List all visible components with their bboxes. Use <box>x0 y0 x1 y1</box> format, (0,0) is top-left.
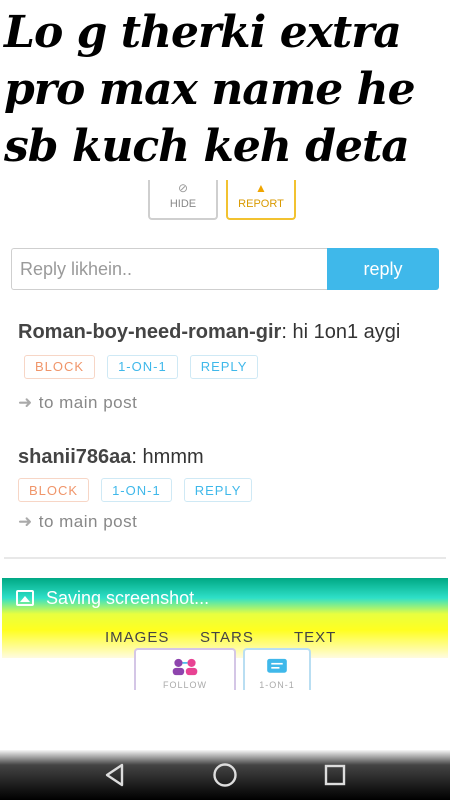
reply-button[interactable]: REPLY <box>183 478 253 502</box>
system-nav-bar <box>0 750 450 800</box>
comment-item: shanii786aa: hmmm BLOCK 1-ON-1 REPLY ➜ to… <box>18 440 438 532</box>
follow-card-button[interactable]: FOLLOW <box>134 648 236 690</box>
arrow-right-icon: ➜ <box>18 393 33 412</box>
follow-users-icon <box>172 658 198 676</box>
comment-item: Roman-boy-need-roman-gir: hi 1on1 aygi B… <box>18 315 438 413</box>
post-actions: ⊘ HIDE ▲ REPORT <box>148 180 296 220</box>
report-label: REPORT <box>238 198 284 210</box>
to-main-post-label: to main post <box>38 393 138 412</box>
meme-caption-line-3: sb kuch keh deta <box>4 121 410 172</box>
meme-caption-line-2: pro max name he <box>4 64 416 115</box>
one-on-one-label: 1-ON-1 <box>259 680 295 690</box>
comment-body: shanii786aa: hmmm <box>18 440 438 474</box>
to-main-post-link[interactable]: ➜ to main post <box>18 512 438 532</box>
chat-icon <box>267 658 287 673</box>
comment-author[interactable]: Roman-boy-need-roman-gir <box>18 321 281 343</box>
screenshot-notification[interactable]: Saving screenshot... <box>2 578 448 658</box>
to-main-post-link[interactable]: ➜ to main post <box>18 393 438 413</box>
tab-images[interactable]: IMAGES <box>105 629 169 646</box>
home-circle-icon[interactable] <box>205 755 245 795</box>
notification-header: Saving screenshot... <box>2 578 448 618</box>
comment-actions: BLOCK 1-ON-1 REPLY <box>18 478 438 502</box>
hide-button[interactable]: ⊘ HIDE <box>148 180 218 220</box>
notification-text: Saving screenshot... <box>46 587 210 608</box>
meme-caption-line-1: Lo g therki extra <box>4 7 402 58</box>
comment-text: hi 1on1 aygi <box>286 321 401 343</box>
one-on-one-button[interactable]: 1-ON-1 <box>101 478 172 502</box>
divider <box>4 557 446 559</box>
reply-button[interactable]: REPLY <box>189 354 259 379</box>
hide-label: HIDE <box>169 198 197 210</box>
tab-text[interactable]: TEXT <box>294 629 336 646</box>
reply-bar: reply <box>11 248 439 290</box>
follow-label: FOLLOW <box>162 680 207 690</box>
comment-author[interactable]: shanii786aa <box>18 446 131 468</box>
warning-icon: ▲ <box>255 181 267 195</box>
eye-off-icon: ⊘ <box>177 181 189 195</box>
block-button[interactable]: BLOCK <box>18 478 90 502</box>
back-triangle-icon[interactable] <box>95 755 135 795</box>
to-main-post-label: to main post <box>38 512 138 531</box>
comment-text: hmmm <box>136 446 204 468</box>
tab-stars[interactable]: STARS <box>200 629 254 646</box>
reply-input[interactable] <box>11 248 327 290</box>
one-on-one-button[interactable]: 1-ON-1 <box>107 354 178 379</box>
comment-body: Roman-boy-need-roman-gir: hi 1on1 aygi B… <box>18 315 438 383</box>
report-button[interactable]: ▲ REPORT <box>226 180 296 220</box>
reply-submit-button[interactable]: reply <box>327 248 439 290</box>
arrow-right-icon: ➜ <box>18 512 33 531</box>
one-on-one-card-button[interactable]: 1-ON-1 <box>243 648 311 690</box>
comment-actions: BLOCK 1-ON-1 REPLY <box>24 354 259 379</box>
recents-square-icon[interactable] <box>315 755 355 795</box>
image-icon <box>16 590 34 606</box>
block-button[interactable]: BLOCK <box>24 354 96 379</box>
meme-caption: Lo g therki extra pro max name he sb kuc… <box>0 0 450 180</box>
